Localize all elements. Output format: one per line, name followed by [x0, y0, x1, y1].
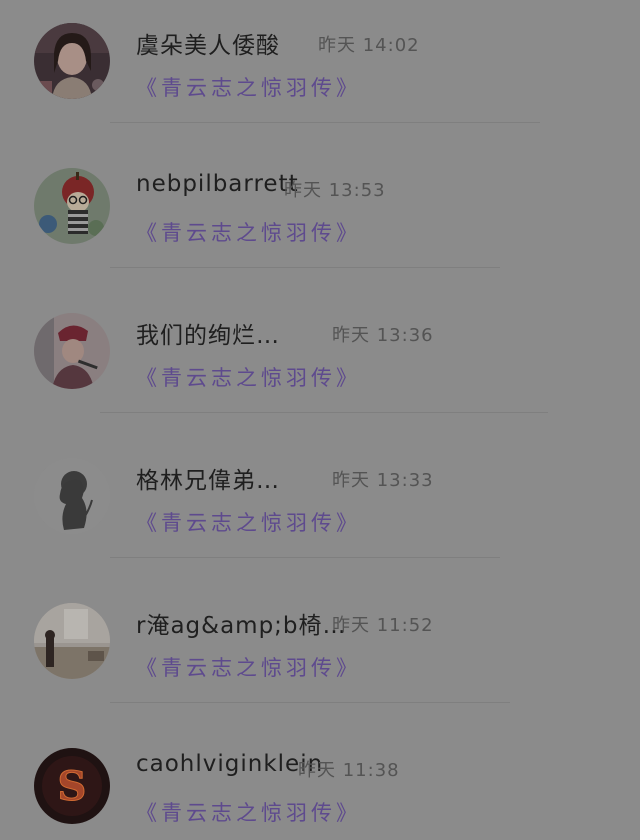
avatar[interactable]: [34, 23, 110, 99]
list-item[interactable]: S caohlviginklein 昨天 11:38 《青云志之惊羽传》: [0, 725, 640, 840]
silhouette-avatar-icon: [34, 458, 110, 534]
list-item[interactable]: nebpilbarrett 昨天 13:53 《青云志之惊羽传》: [0, 145, 640, 290]
list-item[interactable]: 虞朵美人倭酸 昨天 14:02 《青云志之惊羽传》: [0, 0, 640, 145]
book-title-link[interactable]: 《青云志之惊羽传》: [136, 362, 361, 392]
book-title-link[interactable]: 《青云志之惊羽传》: [136, 72, 361, 102]
svg-text:S: S: [58, 763, 87, 810]
fire-letter-s-avatar-icon: S: [34, 748, 110, 824]
list-item[interactable]: r淹ag&amp;b椅… 昨天 11:52 《青云志之惊羽传》: [0, 580, 640, 725]
comment-time: 昨天 13:36: [332, 325, 434, 346]
comment-time: 昨天 13:53: [284, 180, 386, 201]
book-title-link[interactable]: 《青云志之惊羽传》: [136, 507, 361, 537]
commenter-name: caohlviginklein: [136, 751, 324, 777]
divider: [100, 412, 548, 413]
comment-time: 昨天 11:38: [298, 760, 400, 781]
commenter-name: 我们的绚烂…: [136, 323, 280, 349]
divider: [110, 122, 540, 123]
avatar[interactable]: [34, 458, 110, 534]
book-title-link[interactable]: 《青云志之惊羽传》: [136, 217, 361, 247]
comment-list: 虞朵美人倭酸 昨天 14:02 《青云志之惊羽传》 nebpilbarrett: [0, 0, 640, 840]
commenter-name: 格林兄偉弟…: [136, 468, 280, 494]
avatar[interactable]: [34, 313, 110, 389]
avatar[interactable]: [34, 168, 110, 244]
apple-head-toy-avatar-icon: [34, 168, 110, 244]
comment-time: 昨天 13:33: [332, 470, 434, 491]
list-item[interactable]: 格林兄偉弟… 昨天 13:33 《青云志之惊羽传》: [0, 435, 640, 580]
commenter-name: r淹ag&amp;b椅…: [136, 613, 347, 639]
list-item[interactable]: 我们的绚烂… 昨天 13:36 《青云志之惊羽传》: [0, 290, 640, 435]
book-title-link[interactable]: 《青云志之惊羽传》: [136, 797, 361, 827]
avatar[interactable]: S: [34, 748, 110, 824]
person-with-hat-avatar-icon: [34, 313, 110, 389]
divider: [110, 267, 500, 268]
book-title-link[interactable]: 《青云志之惊羽传》: [136, 652, 361, 682]
commenter-name: 虞朵美人倭酸: [136, 33, 280, 59]
comment-time: 昨天 11:52: [332, 615, 434, 636]
divider: [110, 557, 500, 558]
girl-portrait-avatar-icon: [34, 23, 110, 99]
divider: [110, 702, 510, 703]
comment-time: 昨天 14:02: [318, 35, 420, 56]
room-interior-avatar-icon: [34, 603, 110, 679]
commenter-name: nebpilbarrett: [136, 171, 299, 197]
avatar[interactable]: [34, 603, 110, 679]
